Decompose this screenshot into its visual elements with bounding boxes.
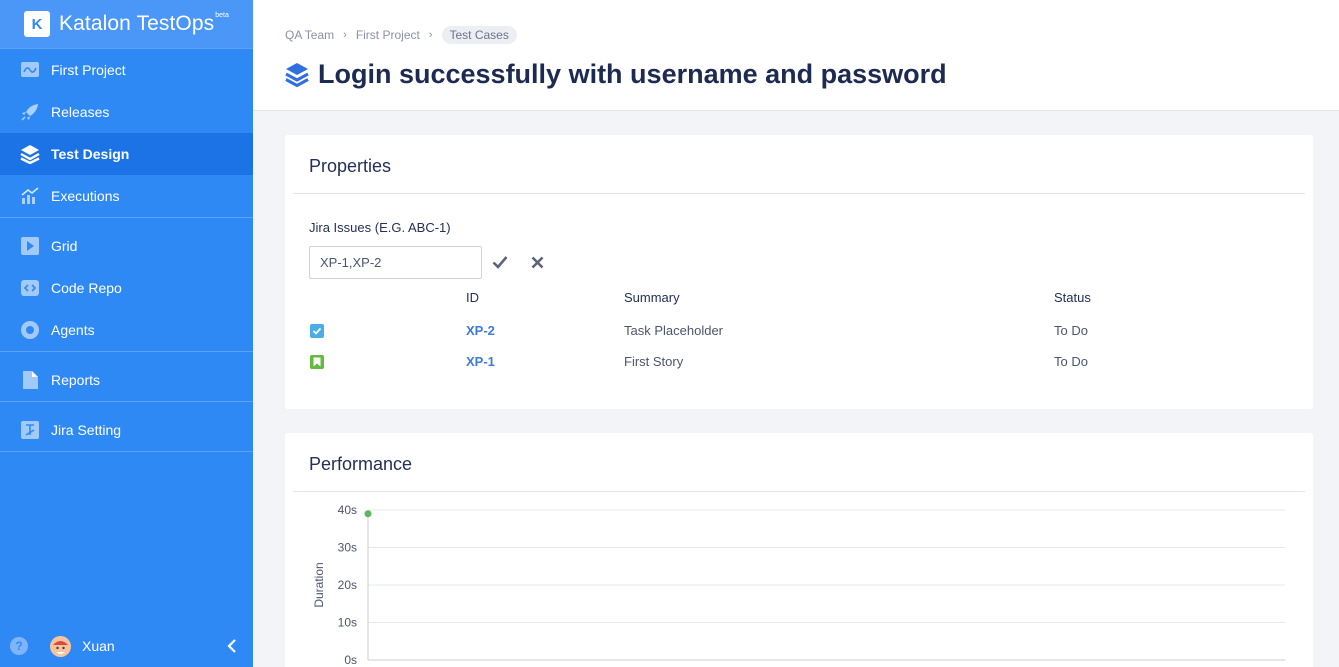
sidebar-group: Grid Code Repo Agents bbox=[0, 225, 253, 352]
close-icon bbox=[531, 256, 543, 268]
sidebar-item-code-repo[interactable]: Code Repo bbox=[0, 267, 253, 309]
sidebar-nav: First Project Releases Test Design Executio… bbox=[0, 49, 253, 452]
help-icon[interactable]: ? bbox=[10, 637, 28, 655]
code-icon bbox=[20, 278, 40, 298]
sidebar: K Katalon TestOps beta First Project Rele… bbox=[0, 0, 253, 667]
page-header: QA Team › First Project › Test Cases Log… bbox=[253, 0, 1339, 111]
project-icon bbox=[20, 60, 40, 80]
sidebar-item-label: Executions bbox=[51, 188, 120, 204]
sidebar-item-releases[interactable]: Releases bbox=[0, 91, 253, 133]
breadcrumb-test-cases[interactable]: Test Cases bbox=[441, 26, 517, 44]
y-tick-label: 30s bbox=[338, 541, 357, 555]
divider bbox=[293, 193, 1305, 194]
page-title-text: Login successfully with username and pas… bbox=[318, 59, 947, 89]
column-header-id: ID bbox=[466, 290, 479, 305]
rocket-icon bbox=[20, 102, 40, 122]
page-title: Login successfully with username and pas… bbox=[285, 59, 947, 90]
sidebar-item-label: Reports bbox=[51, 372, 101, 388]
issue-status: To Do bbox=[1054, 323, 1088, 338]
avatar[interactable] bbox=[50, 635, 71, 657]
confirm-button[interactable] bbox=[491, 253, 509, 271]
sidebar-item-executions[interactable]: Executions bbox=[0, 175, 253, 217]
brand[interactable]: K Katalon TestOps beta bbox=[0, 0, 253, 49]
sidebar-item-label: Test Design bbox=[51, 146, 130, 162]
sidebar-item-test-design[interactable]: Test Design bbox=[0, 133, 253, 175]
performance-card: Performance 0s 10s 20s 30s 40s Duration bbox=[285, 433, 1313, 667]
story-type-icon bbox=[310, 355, 324, 369]
sidebar-item-first-project[interactable]: First Project bbox=[0, 49, 253, 91]
check-icon bbox=[492, 256, 508, 269]
performance-chart-svg: 0s 10s 20s 30s 40s Duration bbox=[312, 503, 1285, 667]
sidebar-item-reports[interactable]: Reports bbox=[0, 359, 253, 401]
issue-id-link[interactable]: XP-1 bbox=[466, 354, 495, 369]
breadcrumb: QA Team › First Project › Test Cases bbox=[285, 26, 517, 44]
properties-card: Properties Jira Issues (E.G. ABC-1) ID S… bbox=[285, 135, 1313, 409]
sidebar-item-label: Agents bbox=[51, 322, 95, 338]
layers-icon bbox=[285, 62, 309, 87]
sidebar-item-jira-setting[interactable]: Jira Setting bbox=[0, 409, 253, 451]
user-name[interactable]: Xuan bbox=[82, 638, 115, 654]
performance-title: Performance bbox=[309, 454, 413, 474]
y-tick-label: 40s bbox=[338, 503, 357, 517]
task-type-icon bbox=[310, 324, 324, 338]
app-name: Katalon TestOps bbox=[59, 12, 215, 35]
sidebar-item-label: Grid bbox=[51, 238, 78, 254]
sidebar-item-label: Releases bbox=[51, 104, 110, 120]
sidebar-item-label: Jira Setting bbox=[51, 422, 122, 438]
sidebar-group: Jira Setting bbox=[0, 409, 253, 452]
y-tick-label: 10s bbox=[338, 616, 357, 630]
column-header-status: Status bbox=[1054, 290, 1091, 305]
column-header-summary: Summary bbox=[624, 290, 680, 305]
properties-title: Properties bbox=[309, 156, 392, 176]
katalon-logo-icon: K bbox=[24, 11, 50, 37]
table-row: XP-1 First Story To Do bbox=[309, 352, 1309, 374]
jira-issues-input[interactable] bbox=[309, 246, 482, 279]
y-axis-label: Duration bbox=[312, 562, 326, 607]
sidebar-group: Reports bbox=[0, 359, 253, 402]
issue-summary: Task Placeholder bbox=[624, 323, 723, 338]
file-icon bbox=[20, 370, 40, 390]
issue-status: To Do bbox=[1054, 354, 1088, 369]
breadcrumb-first-project[interactable]: First Project bbox=[356, 28, 420, 42]
chevron-right-icon: › bbox=[343, 29, 347, 41]
chevron-right-icon: › bbox=[428, 29, 433, 41]
chart-icon bbox=[20, 186, 40, 206]
sidebar-item-agents[interactable]: Agents bbox=[0, 309, 253, 351]
cancel-button[interactable] bbox=[528, 253, 546, 271]
beta-badge: beta bbox=[215, 12, 229, 19]
issue-id-link[interactable]: XP-2 bbox=[466, 323, 495, 338]
play-icon bbox=[20, 236, 40, 256]
sidebar-group: First Project Releases Test Design Executio… bbox=[0, 49, 253, 218]
chevron-left-icon bbox=[227, 639, 236, 653]
sidebar-item-label: Code Repo bbox=[51, 280, 122, 296]
y-tick-label: 0s bbox=[344, 653, 357, 667]
performance-chart: 0s 10s 20s 30s 40s Duration bbox=[309, 499, 1309, 667]
layers-icon bbox=[20, 144, 40, 164]
collapse-sidebar-button[interactable] bbox=[225, 637, 239, 655]
jira-icon bbox=[20, 420, 40, 440]
sidebar-item-label: First Project bbox=[51, 62, 126, 78]
divider bbox=[293, 491, 1305, 492]
table-row: XP-2 Task Placeholder To Do bbox=[309, 321, 1309, 343]
issue-summary: First Story bbox=[624, 354, 684, 369]
sidebar-footer: ? Xuan bbox=[0, 625, 253, 667]
data-point bbox=[364, 510, 372, 518]
y-tick-label: 20s bbox=[338, 578, 357, 592]
breadcrumb-qa-team[interactable]: QA Team bbox=[285, 28, 334, 42]
jira-issues-label: Jira Issues (E.G. ABC-1) bbox=[309, 220, 451, 235]
sidebar-item-grid[interactable]: Grid bbox=[0, 225, 253, 267]
agent-icon bbox=[20, 320, 40, 340]
